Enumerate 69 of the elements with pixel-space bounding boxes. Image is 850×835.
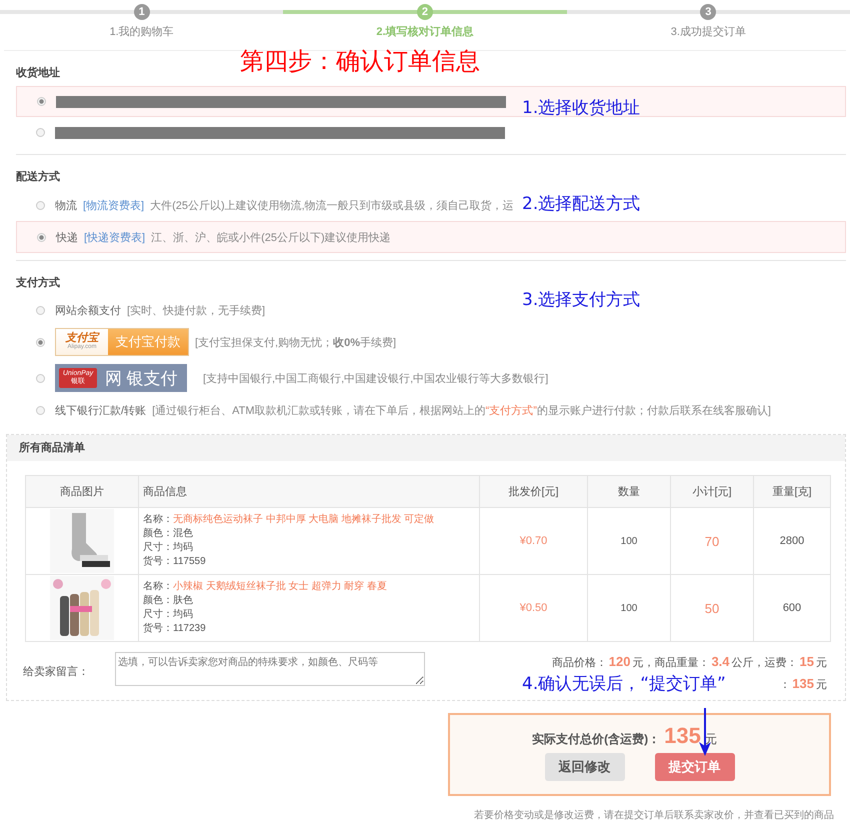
option-note: [支付宝担保支付,购物无忧；收0%手续费] [195, 336, 396, 350]
product-detail: 货号：117239 [143, 622, 207, 636]
product-detail: 颜色：肤色 [143, 594, 194, 608]
submit-order-button[interactable]: 提交订单 [654, 753, 734, 781]
column-header: 批发价[元] [480, 476, 588, 508]
order-summary: 商品价格：120 元，商品重量：3.4公斤，运费：15 元 [550, 654, 827, 670]
annotation-text: 2.选择配送方式 [522, 193, 640, 215]
product-detail: 尺寸：均码 [143, 541, 194, 555]
radio-button[interactable] [36, 306, 45, 314]
back-button[interactable]: 返回修改 [544, 753, 624, 781]
column-header: 商品图片 [26, 476, 138, 508]
step-number: 3 [700, 4, 716, 20]
product-detail: 颜色：混色 [143, 527, 194, 541]
column-header: 商品信息 [138, 476, 480, 508]
radio-button[interactable] [37, 232, 46, 242]
product-detail: 名称：小辣椒 天鹅绒短丝袜子批 女士 超弹力 耐穿 春夏 [143, 580, 388, 594]
rate-table-link[interactable]: [快递资费表] [84, 230, 146, 244]
radio-button[interactable] [36, 374, 45, 382]
total-label: 实际支付总价(含运费)： [532, 731, 660, 748]
delivery-option[interactable]: 快递 [快递资费表] 江、浙、沪、皖或小件(25公斤以下)建议使用快递 [16, 221, 846, 253]
section-title: 支付方式 [16, 276, 61, 290]
subtotal: 50 [704, 600, 720, 616]
step-label: 1.我的购物车 [110, 25, 174, 39]
subtotal: 70 [704, 534, 720, 548]
unit-price: ¥0.70 [520, 535, 548, 547]
currency-unit: 元 [704, 731, 717, 748]
option-note: [实时、快捷付款，无手续费] [127, 304, 266, 318]
message-field[interactable]: 选填，可以告诉卖家您对商品的特殊要求，如颜色、尺码等 [115, 652, 425, 686]
option-label: 线下银行汇款/转账 [55, 404, 146, 418]
step-number: 2 [416, 4, 433, 20]
option-note: [支持中国银行,中国工商银行,中国建设银行,中国农业银行等大多数银行] [203, 372, 548, 386]
column-header: 重量[克] [754, 476, 830, 508]
radio-button[interactable] [36, 338, 45, 346]
product-detail: 尺寸：均码 [143, 608, 194, 622]
radio-button[interactable] [36, 128, 45, 137]
total-amount: 135 [664, 723, 701, 749]
radio-button[interactable] [36, 200, 45, 210]
quantity: 100 [620, 536, 638, 547]
radio-button[interactable] [36, 406, 45, 414]
message-label: 给卖家留言： [23, 664, 90, 679]
annotation-text: 1.选择收货地址 [522, 97, 640, 119]
weight: 600 [782, 602, 802, 614]
address-option[interactable] [16, 86, 846, 117]
product-detail: 货号：117559 [143, 555, 207, 569]
product-detail: 名称：无商标纯色运动袜子 中邦中厚 大电脑 地摊袜子批发 可定做 [143, 513, 436, 527]
step-label: 2.填写核对订单信息 [376, 24, 474, 39]
order-total: ：135 元 [778, 676, 827, 692]
annotation-title: 第四步：确认订单信息 [240, 46, 480, 77]
step-number: 1 [134, 4, 150, 20]
quantity: 100 [620, 603, 638, 614]
rate-table-link[interactable]: [物流资费表] [83, 198, 144, 212]
option-label: 快递 [56, 230, 78, 244]
option-note: [通过银行柜台、ATM取款机汇款或转账，请在下单后，根据网站上的“支付方式”的显示账户进行付款；付款后联系在线客服确认] [152, 404, 771, 418]
option-label: 物流 [55, 198, 77, 212]
option-note: 大件(25公斤以)上建议使用物流,物流一般只到市级或县级，须自己取货，运 [150, 198, 514, 212]
column-header: 数量 [588, 476, 670, 508]
option-label: 网站余额支付 [55, 304, 121, 318]
footer-note: 若要价格变动或是修改运费，请在提交订单后联系卖家改价，并查看已买到的商品 [473, 808, 834, 822]
section-header: 所有商品清单 [7, 435, 845, 461]
radio-button[interactable] [37, 97, 46, 106]
weight: 2800 [780, 535, 804, 547]
step-label: 3.成功提交订单 [670, 24, 746, 39]
annotation-text: 4.确认无误后，“提交订单” [522, 673, 726, 695]
section-title: 收货地址 [16, 66, 61, 80]
section-title: 配送方式 [16, 170, 61, 184]
annotation-text: 3.选择支付方式 [522, 289, 640, 311]
column-header: 小计[元] [670, 476, 754, 508]
option-note: 江、浙、沪、皖或小件(25公斤以下)建议使用快递 [151, 230, 391, 244]
unit-price: ¥0.50 [520, 602, 548, 614]
